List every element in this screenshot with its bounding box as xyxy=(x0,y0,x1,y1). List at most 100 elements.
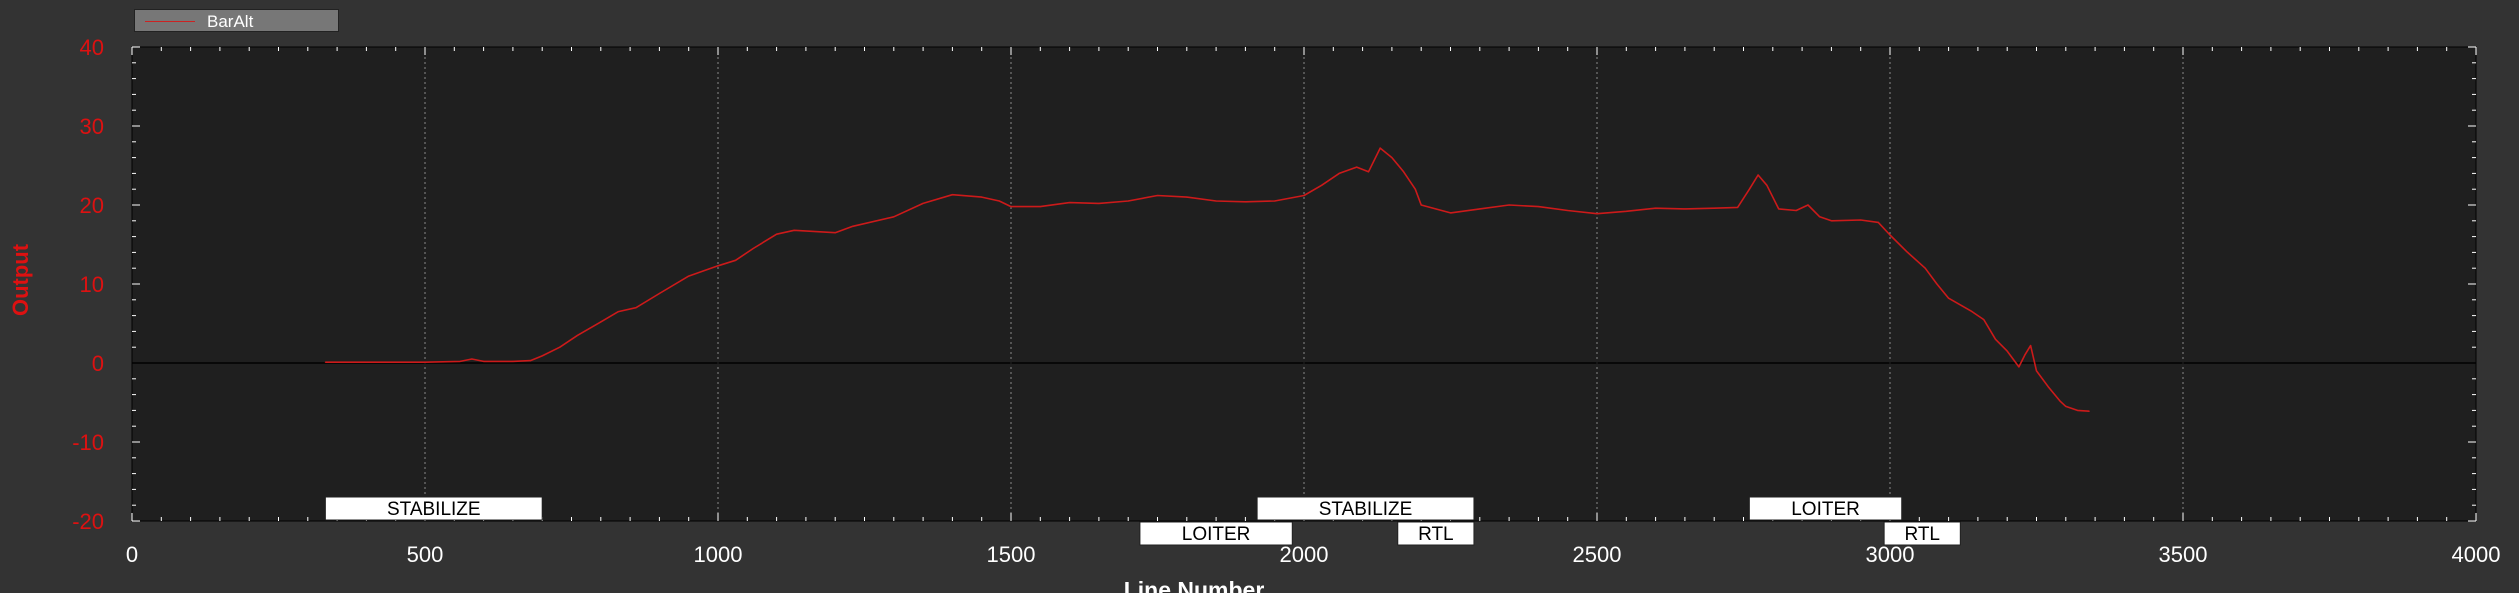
data-point xyxy=(834,232,836,234)
data-point xyxy=(1186,196,1188,198)
data-point xyxy=(559,346,561,348)
data-point xyxy=(2006,350,2008,352)
data-point xyxy=(2088,410,2090,412)
data-point xyxy=(1420,204,1422,206)
annotation-label: STABILIZE xyxy=(387,499,481,520)
annotation-loiter: LOITER xyxy=(1748,496,1903,521)
data-point xyxy=(1907,251,1909,253)
data-point xyxy=(1830,220,1832,222)
data-point xyxy=(1983,319,1985,321)
x-tick-label: 500 xyxy=(407,542,444,567)
data-point xyxy=(2059,400,2061,402)
data-point xyxy=(1737,206,1739,208)
y-tick-label: 30 xyxy=(80,114,104,139)
data-point xyxy=(1757,174,1759,176)
data-point xyxy=(1537,206,1539,208)
data-point xyxy=(459,360,461,362)
data-point xyxy=(1069,202,1071,204)
data-point xyxy=(1098,202,1100,204)
data-point xyxy=(1508,204,1510,206)
data-point xyxy=(1479,208,1481,210)
data-point xyxy=(1567,209,1569,212)
x-tick-label: 3500 xyxy=(2159,542,2208,567)
y-tick-label: 10 xyxy=(80,272,104,297)
data-point xyxy=(1321,184,1323,186)
data-point xyxy=(1127,200,1129,202)
data-point xyxy=(1338,172,1340,174)
data-point xyxy=(2047,386,2049,388)
data-point xyxy=(735,259,737,261)
data-point xyxy=(1367,171,1370,173)
data-point xyxy=(1391,157,1393,159)
data-point xyxy=(1795,209,1797,212)
data-point xyxy=(1596,213,1598,215)
data-point xyxy=(1713,207,1715,209)
x-tick-label: 1500 xyxy=(987,542,1036,567)
chart: STABILIZELOITERSTABILIZERTLLOITERRTL 0 50… xyxy=(8,35,2501,593)
data-point xyxy=(688,275,690,277)
data-point xyxy=(2024,354,2026,356)
data-point xyxy=(1303,194,1305,197)
data-point xyxy=(1936,283,1938,285)
data-point xyxy=(365,361,367,363)
data-point xyxy=(1010,206,1012,208)
y-tick-label: -20 xyxy=(72,509,104,534)
y-axis-label: Output xyxy=(8,243,33,316)
data-point xyxy=(1274,200,1276,202)
data-point xyxy=(2076,409,2079,411)
data-point xyxy=(424,361,426,363)
annotation-rtl: RTL xyxy=(1397,521,1475,546)
data-point xyxy=(2030,345,2032,347)
data-point xyxy=(1449,212,1452,214)
data-point xyxy=(752,247,754,250)
data-point xyxy=(922,202,924,204)
data-point xyxy=(1039,206,1041,208)
data-point xyxy=(1748,188,1750,190)
data-point xyxy=(1877,221,1879,223)
data-point xyxy=(471,358,473,360)
data-point xyxy=(893,216,895,218)
annotation-label: LOITER xyxy=(1791,499,1860,520)
data-point xyxy=(1778,208,1780,210)
x-tick-label: 2000 xyxy=(1280,542,1329,567)
data-point xyxy=(1684,208,1686,210)
data-point xyxy=(1356,166,1358,168)
x-tick-label: 2500 xyxy=(1573,542,1622,567)
data-point xyxy=(1819,216,1821,218)
y-tick-label: 0 xyxy=(92,351,104,376)
data-point xyxy=(1403,171,1405,173)
data-point xyxy=(600,321,602,323)
data-point xyxy=(617,311,620,313)
data-point xyxy=(998,200,1000,202)
data-point xyxy=(576,334,579,336)
data-point xyxy=(1860,219,1862,221)
data-point xyxy=(1971,311,1973,313)
x-axis-label: Line Number xyxy=(1124,577,1265,593)
data-point xyxy=(2035,370,2038,372)
x-tick-label: 4000 xyxy=(2452,542,2501,567)
data-point xyxy=(1625,210,1627,212)
data-point xyxy=(852,225,854,227)
data-point xyxy=(1244,201,1246,203)
data-point xyxy=(2065,405,2067,407)
data-point xyxy=(324,361,326,363)
annotation-label: STABILIZE xyxy=(1319,499,1413,520)
data-point xyxy=(1994,338,1997,340)
x-tick-label: 3000 xyxy=(1866,542,1915,567)
data-point xyxy=(1807,204,1809,206)
data-point xyxy=(1215,200,1217,202)
y-tick-label: 40 xyxy=(80,35,104,60)
annotation-loiter: LOITER xyxy=(1139,521,1293,546)
annotation-label: LOITER xyxy=(1182,524,1251,545)
data-point xyxy=(1766,184,1768,186)
data-point xyxy=(2018,366,2020,368)
data-point xyxy=(529,360,532,362)
y-tick-label: 20 xyxy=(80,193,104,218)
data-point xyxy=(483,360,485,362)
data-point xyxy=(635,307,637,309)
annotation-label: RTL xyxy=(1418,524,1454,545)
data-point xyxy=(1889,234,1891,236)
data-point xyxy=(512,360,514,362)
data-point xyxy=(1156,194,1159,197)
data-point xyxy=(1948,297,1950,299)
